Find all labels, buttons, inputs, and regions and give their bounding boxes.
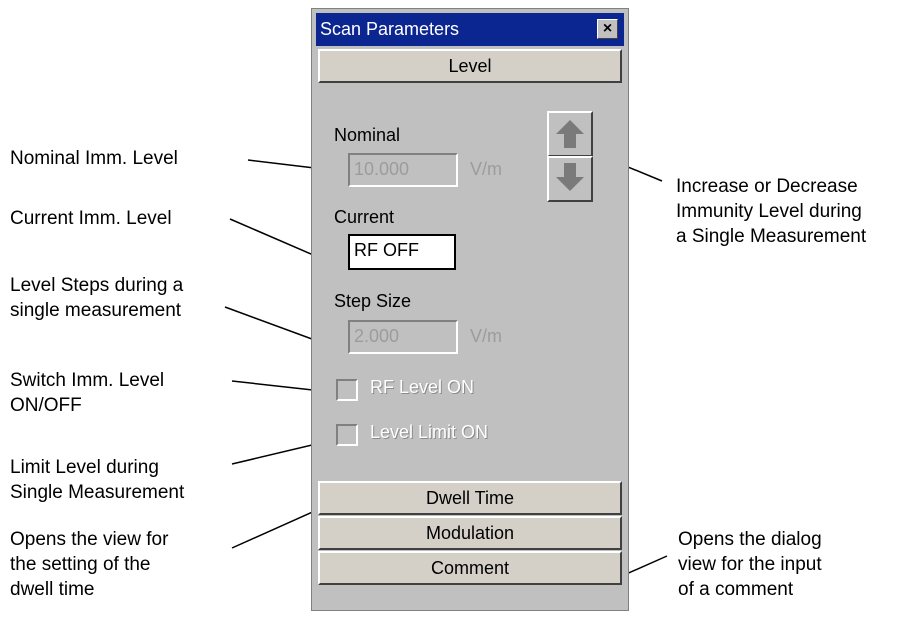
annotation-current: Current Imm. Level (10, 208, 172, 229)
arrow-up-icon (556, 120, 584, 148)
current-field[interactable]: RF OFF (348, 234, 456, 270)
annotation-comment-line1: Opens the dialog (678, 529, 822, 550)
annotation-arrows-line2: Immunity Level during (676, 201, 862, 222)
annotation-dwell-line3: dwell time (10, 579, 95, 600)
annotation-comment-line2: view for the input (678, 554, 822, 575)
nominal-unit: V/m (470, 159, 503, 179)
level-button[interactable]: Level (318, 49, 622, 83)
annotation-steps-line1: Level Steps during a (10, 275, 184, 296)
annotation-comment: Opens the dialog view for the input of a… (678, 527, 822, 602)
annotation-steps-line2: single measurement (10, 300, 182, 321)
scan-parameters-window: Scan Parameters × Level Nominal 10.000 V… (311, 8, 629, 611)
annotation-comment-line3: of a comment (678, 579, 794, 600)
annotation-arrows-line3: a Single Measurement (676, 226, 867, 247)
annotation-steps: Level Steps during a single measurement (10, 273, 183, 323)
window-titlebar[interactable]: Scan Parameters × (316, 13, 624, 46)
dwell-time-button[interactable]: Dwell Time (318, 481, 622, 515)
annotation-dwell-line1: Opens the view for (10, 529, 169, 550)
annotation-arrows-line1: Increase or Decrease (676, 176, 858, 197)
modulation-button[interactable]: Modulation (318, 516, 622, 550)
annotation-limit-line1: Limit Level during (10, 457, 159, 478)
step-size-unit: V/m (470, 326, 503, 346)
close-icon: × (602, 20, 613, 37)
annotation-limit: Limit Level during Single Measurement (10, 455, 184, 505)
increase-level-button[interactable] (547, 111, 593, 157)
decrease-level-button[interactable] (547, 156, 593, 202)
level-limit-on-label: Level Limit ON (370, 422, 489, 442)
level-limit-on-checkbox[interactable] (336, 424, 358, 446)
window-title: Scan Parameters (320, 19, 460, 39)
rf-level-on-checkbox[interactable] (336, 379, 358, 401)
close-button[interactable]: × (597, 19, 618, 39)
annotation-switch-line2: ON/OFF (10, 395, 82, 416)
step-size-field[interactable]: 2.000 (348, 320, 458, 354)
annotation-limit-line2: Single Measurement (10, 482, 185, 503)
annotation-nominal: Nominal Imm. Level (10, 148, 178, 169)
step-size-label: Step Size (334, 291, 412, 311)
arrow-down-icon (556, 163, 584, 191)
annotation-switch-line1: Switch Imm. Level (10, 370, 165, 391)
annotation-arrows: Increase or Decrease Immunity Level duri… (676, 174, 866, 249)
annotation-dwell-line2: the setting of the (10, 554, 151, 575)
annotation-switch: Switch Imm. Level ON/OFF (10, 368, 164, 418)
nominal-field[interactable]: 10.000 (348, 153, 458, 187)
comment-button[interactable]: Comment (318, 551, 622, 585)
rf-level-on-label: RF Level ON (370, 377, 475, 397)
annotation-dwell: Opens the view for the setting of the dw… (10, 527, 168, 602)
nominal-label: Nominal (334, 125, 401, 145)
current-label: Current (334, 207, 395, 227)
